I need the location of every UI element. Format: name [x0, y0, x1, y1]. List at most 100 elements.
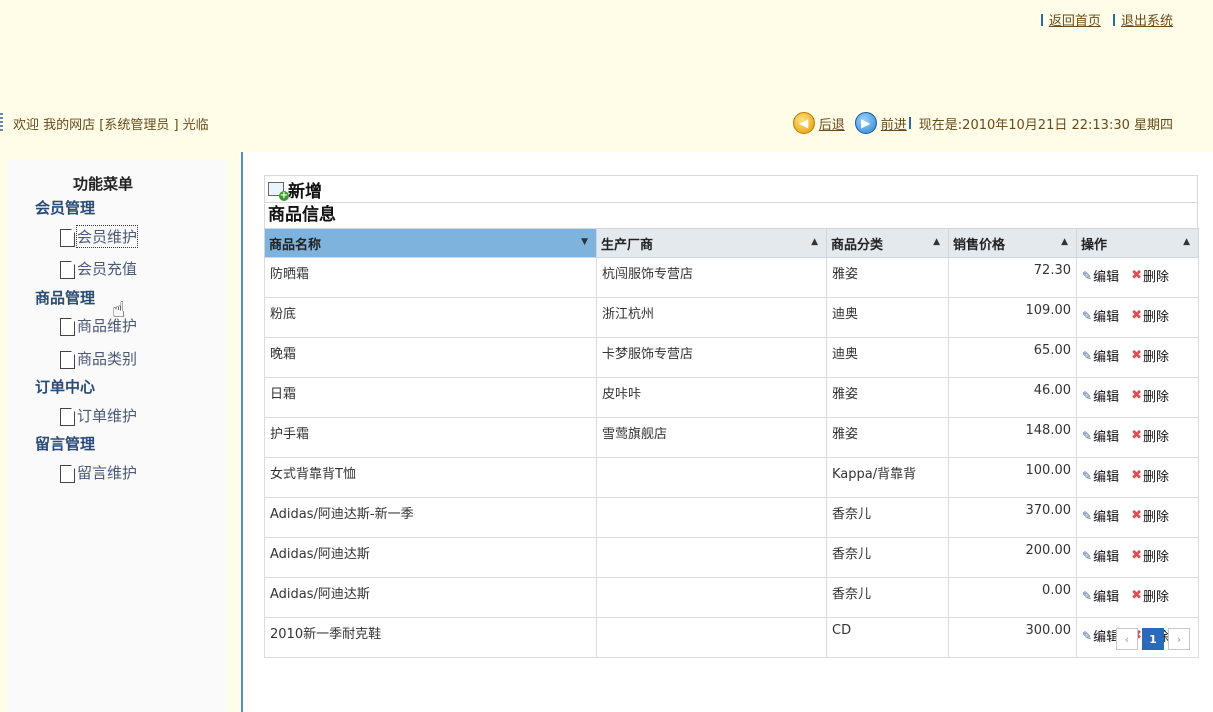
- delete-label: 删除: [1142, 390, 1169, 405]
- delete-label: 删除: [1142, 550, 1169, 565]
- pagination: ‹ 1 ›: [1116, 628, 1190, 650]
- cell-category: Kappa/背靠背: [826, 457, 949, 498]
- delete-label: 删除: [1142, 270, 1169, 285]
- table-row: Adidas/阿迪达斯 香奈儿 200.00 ✎ 编辑 ✖ 删除: [264, 537, 1199, 578]
- back-arrow-icon[interactable]: ◀: [792, 112, 815, 134]
- group-member[interactable]: 会员管理: [35, 197, 95, 218]
- column-header-price[interactable]: 销售价格 ▲: [948, 228, 1077, 258]
- cell-name: 晚霜: [264, 337, 597, 378]
- sidebar-item-member-maintain[interactable]: 会员维护: [60, 225, 139, 248]
- sidebar-item-label: 订单维护: [77, 407, 138, 425]
- edit-button[interactable]: ✎ 编辑: [1082, 466, 1120, 486]
- edit-button[interactable]: ✎ 编辑: [1082, 346, 1119, 366]
- edit-label: 编辑: [1093, 470, 1120, 485]
- edit-label: 编辑: [1093, 590, 1120, 605]
- sidebar-item-goods-maintain[interactable]: 商品维护: [60, 315, 137, 336]
- cell-maker: 浙江杭州: [596, 297, 827, 338]
- table-row: Adidas/阿迪达斯 香奈儿 0.00 ✎ 编辑 ✖ 删除: [264, 577, 1199, 618]
- edit-button[interactable]: ✎ 编辑: [1082, 426, 1120, 446]
- table-row: 2010新一季耐克鞋CD300.00✎编辑✖删除: [264, 617, 1199, 658]
- sidebar-item-member-recharge[interactable]: 会员充值: [60, 258, 137, 279]
- sort-icon[interactable]: ▲: [933, 237, 940, 247]
- cell-actions: ✎编辑 ✖删除: [1076, 297, 1199, 338]
- sidebar-item-goods-category[interactable]: 商品类别: [60, 348, 137, 369]
- delete-button[interactable]: ✖删除: [1131, 426, 1169, 445]
- logout-link[interactable]: 退出系统: [1121, 14, 1173, 29]
- sort-desc-icon[interactable]: ▼: [581, 237, 588, 247]
- cell-category: 迪奥: [826, 337, 949, 378]
- delete-x-icon: ✖: [1131, 308, 1142, 323]
- delete-button[interactable]: ✖删除: [1131, 586, 1169, 605]
- add-button[interactable]: 新增: [264, 175, 1198, 202]
- cell-maker: [596, 537, 827, 578]
- cell-maker: [596, 617, 827, 658]
- delete-button[interactable]: ✖删除: [1131, 546, 1169, 565]
- sidebar-item-message-maintain[interactable]: 留言维护: [60, 462, 137, 483]
- cell-category: 迪奥: [826, 297, 949, 338]
- cell-category: 香奈儿: [826, 497, 949, 538]
- cell-maker: [596, 457, 827, 498]
- document-icon: [60, 465, 75, 483]
- table-row: 女式背靠背T恤 Kappa/背靠背 100.00 ✎ 编辑 ✖ 删除: [264, 457, 1199, 498]
- group-messages[interactable]: 留言管理: [35, 433, 95, 454]
- delete-button[interactable]: ✖删除: [1131, 386, 1169, 405]
- table-row: 粉底 浙江杭州 迪奥 109.00 ✎ 编辑 ✖ 删除: [264, 297, 1199, 338]
- top-links: 返回首页 退出系统: [1033, 10, 1173, 29]
- column-header-name[interactable]: 商品名称 ▼: [264, 228, 597, 258]
- column-header-category[interactable]: 商品分类 ▲: [826, 228, 949, 258]
- prev-page-button[interactable]: ‹: [1116, 628, 1138, 650]
- table-row: 晚霜 卡梦服饰专营店 迪奥 65.00 ✎ 编辑 ✖ 删除: [264, 337, 1199, 378]
- cell-actions: ✎编辑 ✖删除: [1076, 257, 1199, 298]
- edit-label: 编辑: [1093, 430, 1120, 445]
- column-header-actions[interactable]: 操作 ▲: [1076, 228, 1199, 258]
- delete-button[interactable]: ✖删除: [1131, 506, 1169, 525]
- edit-button[interactable]: ✎ 编辑: [1082, 626, 1119, 646]
- delete-button[interactable]: ✖删除: [1131, 346, 1169, 365]
- edit-button[interactable]: ✎ 编辑: [1082, 306, 1119, 326]
- sort-icon[interactable]: ▲: [811, 237, 818, 247]
- delete-button[interactable]: ✖删除: [1131, 306, 1169, 325]
- edit-button[interactable]: ✎ 编辑: [1082, 386, 1119, 406]
- pencil-icon: ✎: [1082, 388, 1093, 403]
- group-goods[interactable]: 商品管理: [35, 287, 95, 308]
- delete-label: 删除: [1142, 590, 1169, 605]
- edit-button[interactable]: ✎ 编辑: [1082, 506, 1120, 526]
- cell-name: Adidas/阿迪达斯: [264, 537, 597, 578]
- column-header-maker[interactable]: 生产厂商 ▲: [596, 228, 827, 258]
- edit-button[interactable]: ✎ 编辑: [1082, 586, 1120, 606]
- back-link[interactable]: 后退: [819, 114, 845, 133]
- home-link[interactable]: 返回首页: [1049, 14, 1101, 29]
- sidebar: 功能菜单 会员管理 会员维护 会员充值 商品管理 商品维护 商品类别 订单中心 …: [8, 160, 227, 712]
- cell-price: 100.00: [948, 457, 1077, 498]
- delete-label: 删除: [1142, 430, 1169, 445]
- cell-actions: ✎编辑 ✖删除: [1076, 497, 1199, 538]
- edit-label: 编辑: [1093, 270, 1120, 285]
- hand-cursor-icon: ☝: [112, 298, 126, 323]
- edit-button[interactable]: ✎ 编辑: [1082, 546, 1119, 566]
- pencil-icon: ✎: [1082, 508, 1093, 523]
- group-orders[interactable]: 订单中心: [35, 376, 95, 397]
- delete-button[interactable]: ✖删除: [1131, 266, 1169, 285]
- delete-button[interactable]: ✖删除: [1131, 466, 1169, 485]
- cell-name: 2010新一季耐克鞋: [264, 617, 597, 658]
- edit-label: 编辑: [1093, 510, 1120, 525]
- table-header-row: 商品名称 ▼ 生产厂商 ▲ 商品分类 ▲ 销售价格 ▲ 操作 ▲: [264, 228, 1199, 258]
- cell-maker: 卡梦服饰专营店: [596, 337, 827, 378]
- document-icon: [60, 229, 75, 247]
- document-icon: [60, 318, 75, 336]
- welcome-bar: 欢迎 我的网店 [系统管理员 ] 光临 ◀ 后退 ▶ 前进 现在是:2010年1…: [0, 112, 1213, 134]
- edit-button[interactable]: ✎ 编辑: [1082, 266, 1120, 286]
- page-1-button[interactable]: 1: [1142, 628, 1164, 650]
- forward-link[interactable]: 前进: [881, 114, 907, 133]
- sort-icon[interactable]: ▲: [1061, 237, 1068, 247]
- pencil-icon: ✎: [1082, 548, 1093, 563]
- sidebar-item-order-maintain[interactable]: 订单维护: [60, 405, 137, 426]
- cell-price: 46.00: [948, 377, 1077, 418]
- next-page-button[interactable]: ›: [1168, 628, 1190, 650]
- sort-icon[interactable]: ▲: [1183, 237, 1190, 247]
- cell-name: 护手霜: [264, 417, 597, 458]
- forward-arrow-icon[interactable]: ▶: [854, 112, 877, 134]
- cell-actions: ✎编辑 ✖删除: [1076, 457, 1199, 498]
- pencil-icon: ✎: [1082, 428, 1093, 443]
- section-title: 商品信息: [264, 202, 1198, 228]
